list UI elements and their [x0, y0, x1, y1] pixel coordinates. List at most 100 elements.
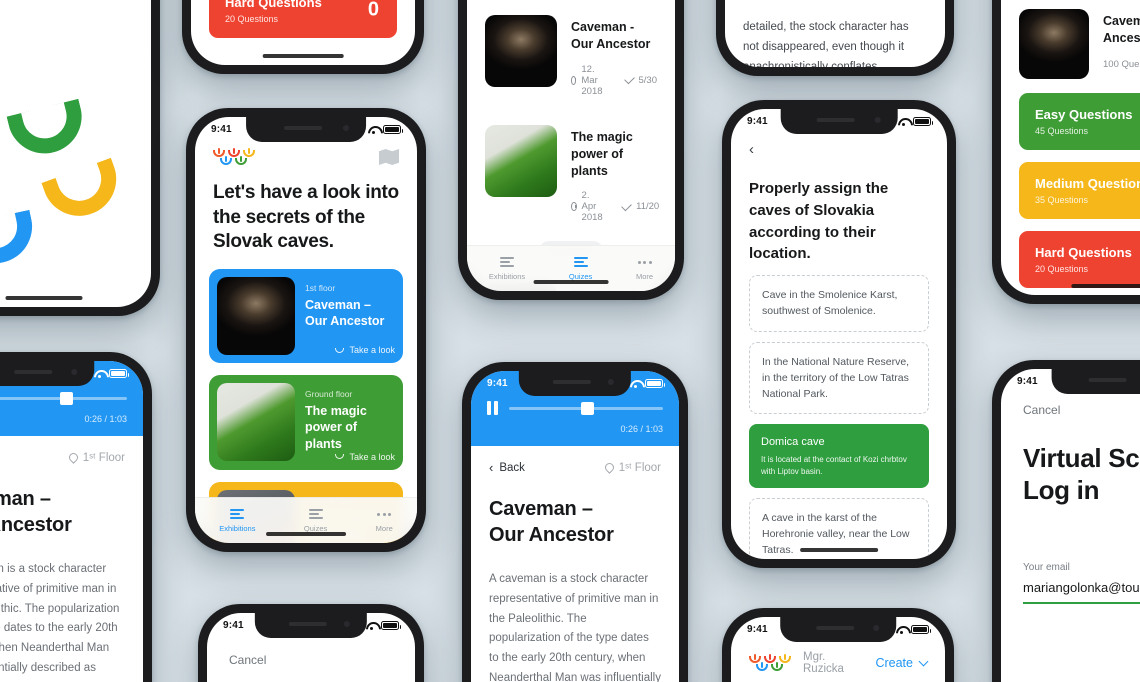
tab-exhibitions[interactable]: Exhibitions: [219, 509, 255, 533]
exhibition-title: Caveman – Our Ancestor: [305, 298, 385, 329]
exhibition-card-caveman[interactable]: 1st floor Caveman – Our Ancestor Take a …: [209, 269, 403, 364]
logo-w-red: [764, 653, 776, 663]
answer-slot-desc: It is located at the contact of Kozi chr…: [761, 455, 907, 476]
logo-row-bottom: [749, 661, 791, 671]
email-field-label: Your email: [1023, 562, 1070, 574]
map-icon[interactable]: [379, 149, 399, 165]
answer-slot-filled[interactable]: Domica cave It is located at the contact…: [749, 424, 929, 488]
home-indicator: [262, 54, 344, 58]
article-title: Caveman – Our Ancestor: [0, 465, 143, 538]
arc-icon: [335, 454, 345, 460]
tab-label: More: [636, 271, 654, 281]
notch: [518, 371, 632, 396]
answer-slot[interactable]: Cave in the Smolenice Karst, southwest o…: [749, 275, 929, 332]
back-button[interactable]: ‹: [749, 141, 929, 158]
quiz-level-card-hard[interactable]: Hard Questions 20 Questions: [1019, 231, 1140, 288]
back-button[interactable]: ‹ Back: [489, 460, 525, 475]
list-item-body: Caveman - Our Ancestor 12. Mar 2018 5/30: [571, 15, 657, 97]
home-indicator: [800, 548, 878, 552]
quiz-level-card-hard[interactable]: Hard Questions 20 Questions 0: [209, 0, 397, 38]
wifi-icon: [896, 625, 907, 634]
quiz-header-thumbnail: [1019, 9, 1089, 79]
list-item-meta: 2. Apr 2018 11/20: [571, 190, 659, 223]
blob-yellow: [41, 157, 127, 227]
logo-row-bottom: [213, 155, 255, 165]
home-indicator: [5, 296, 83, 300]
phone-quiz-fragment-top: Hard Questions 20 Questions 0: [182, 0, 424, 74]
email-field[interactable]: Your email mariangolonka@touch4it.com: [1023, 562, 1140, 605]
floor-label: 1ˢᵗ Floor: [618, 461, 661, 474]
notch: [1051, 369, 1140, 394]
camera-icon: [872, 625, 879, 631]
tab-label: More: [375, 523, 393, 533]
camera-icon: [70, 369, 77, 375]
lines-icon: [230, 509, 245, 520]
home-indicator: [533, 280, 609, 284]
logo-w-yellow: [243, 147, 255, 157]
slider-knob[interactable]: [59, 391, 73, 405]
speaker-icon: [1088, 378, 1127, 382]
answer-slot-title: Domica cave: [761, 436, 825, 449]
tab-more[interactable]: More: [636, 257, 653, 281]
decorative-blobs: [0, 77, 151, 307]
quiz-level-title: Medium Questions: [1035, 176, 1140, 191]
quiz-question: Properly assign the caves of Slovakia ac…: [749, 180, 889, 263]
slider-knob[interactable]: [581, 401, 595, 415]
exhibition-floor: 1st floor: [305, 283, 336, 294]
exhibition-floor: Ground floor: [305, 389, 353, 400]
quiz-level-card-medium[interactable]: Medium Questions 35 Questions: [1019, 162, 1140, 219]
status-time: 9:41: [223, 620, 244, 631]
cancel-button[interactable]: Cancel: [1023, 403, 1140, 417]
phone-home: 9:41 Let's have a look into the secrets …: [186, 108, 426, 552]
status-time: 9:41: [747, 624, 768, 635]
back-label: Back: [499, 461, 525, 474]
list-item-date: 2. Apr 2018: [571, 190, 606, 223]
exhibition-card-plants[interactable]: Ground floor The magic power of plants T…: [209, 375, 403, 470]
logo-w-green: [235, 155, 247, 165]
create-button[interactable]: Create: [875, 656, 929, 670]
pause-button[interactable]: [487, 401, 499, 415]
floor-indicator: 1ˢᵗ Floor: [602, 461, 661, 474]
user-name: Mgr. Ruzicka: [803, 651, 844, 675]
tab-more[interactable]: More: [376, 509, 393, 533]
tab-quizes[interactable]: Quizes: [569, 257, 592, 281]
progress-slider[interactable]: [509, 401, 663, 415]
wifi-icon: [368, 125, 379, 134]
screenshot-canvas: onka@touch4it.com Next 9:41: [0, 0, 1140, 682]
tab-bar: Exhibitions Quizes More: [195, 497, 417, 543]
pin-icon: [602, 461, 616, 474]
phone-article-tail: detailed, the stock character has not di…: [716, 0, 954, 76]
quiz-level-card-easy[interactable]: Easy Questions 45 Questions: [1019, 93, 1140, 150]
tab-quizes[interactable]: Quizes: [304, 509, 327, 533]
home-heading: Let's have a look into the secrets of th…: [213, 182, 399, 253]
quiz-level-title: Hard Questions: [1035, 245, 1132, 260]
list-item-body: The magic power of plants 2. Apr 2018 11…: [571, 125, 659, 223]
speaker-icon: [288, 622, 327, 626]
tab-exhibitions[interactable]: Exhibitions: [489, 257, 525, 281]
phone-quiz: 9:41 ‹ Properly assign the caves of Slov…: [722, 100, 956, 568]
article-title: Caveman – Our Ancestor: [471, 475, 679, 548]
answer-slot[interactable]: In the National Nature Reserve, in the t…: [749, 341, 929, 415]
dots-icon: [377, 509, 392, 520]
phone-exhibition-list: Caveman - Our Ancestor 12. Mar 2018 5/30…: [458, 0, 684, 300]
status-time: 9:41: [211, 124, 232, 135]
exhibition-cta[interactable]: Take a look: [305, 345, 395, 355]
logo-w-blue: [220, 155, 232, 165]
article-body: A caveman is a stock character represent…: [489, 573, 661, 682]
camera-icon: [608, 379, 615, 385]
exhibition-card-body: Ground floor The magic power of plants T…: [305, 383, 395, 462]
list-item-meta: 12. Mar 2018 5/30: [571, 64, 657, 97]
clock-icon: [571, 75, 577, 85]
screen-create: 9:41 Mgr. Ruzicka Create: [731, 617, 945, 682]
tab-bar: Exhibitions Quizes More: [467, 245, 675, 291]
email-field-value[interactable]: mariangolonka@touch4it.com: [1023, 580, 1140, 602]
list-item[interactable]: The magic power of plants 2. Apr 2018 11…: [467, 111, 675, 238]
quiz-header-text: Caveman – Our Ancestor 100 Questions: [1103, 9, 1140, 79]
list-item[interactable]: Caveman - Our Ancestor 12. Mar 2018 5/30: [467, 1, 675, 111]
logo-w-blue: [756, 661, 768, 671]
progress-slider[interactable]: [0, 391, 127, 405]
exhibition-cta[interactable]: Take a look: [305, 452, 395, 462]
phone-article-center: 9:41 0:26 / 1:03 ‹ Back 1ˢᵗ Floor Cavema…: [462, 362, 688, 682]
phone-login-top: onka@touch4it.com Next: [0, 0, 160, 316]
screen-login-right: 9:41 Cancel Virtual School Log in Your e…: [1001, 369, 1140, 682]
